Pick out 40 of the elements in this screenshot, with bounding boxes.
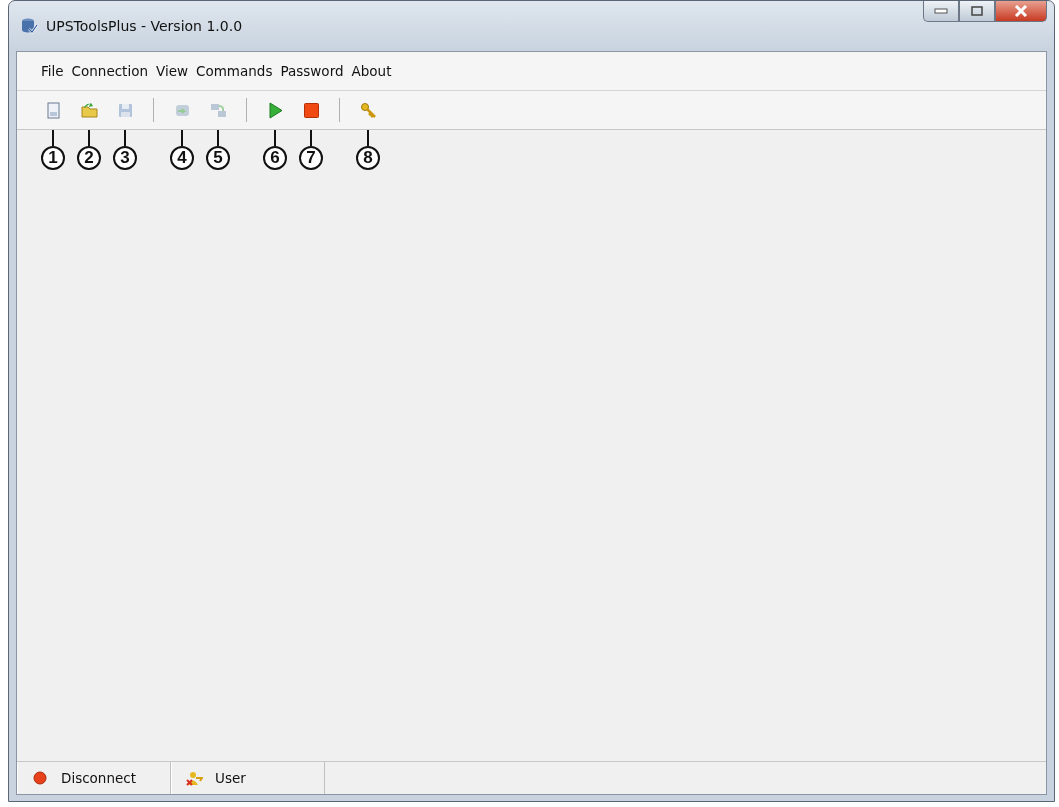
status-text: User [215,770,246,786]
callout-line [217,130,219,146]
app-icon [20,17,38,35]
callout-line [181,130,183,146]
callout-line [52,130,54,146]
callout-number: 3 [113,146,137,170]
minimize-button[interactable] [923,1,959,22]
key-icon [359,101,377,119]
menu-item[interactable]: View [152,60,193,82]
callout-number: 7 [299,146,323,170]
status-dot-icon [32,769,49,787]
callout-number: 1 [41,146,65,170]
menu-item[interactable]: Connection [67,60,152,82]
callout-line [124,130,126,146]
close-icon [1014,5,1028,17]
menu-item[interactable]: Password [276,60,348,82]
menu-item[interactable]: Commands [192,60,277,82]
folder-icon [80,101,98,119]
callout-line [274,130,276,146]
user-icon [186,769,203,787]
minimize-icon [934,8,948,14]
maximize-icon [971,6,983,16]
close-button[interactable] [995,1,1047,22]
menu-item[interactable]: File [37,60,68,82]
status-text: Disconnect [61,770,136,786]
callout-number: 2 [77,146,101,170]
computers-icon [209,101,227,119]
callout-number: 5 [206,146,230,170]
document-icon [44,101,62,119]
callout-number: 6 [263,146,287,170]
callout-line [88,130,90,146]
maximize-button[interactable] [959,1,995,22]
callout-number: 8 [356,146,380,170]
play-icon [266,101,284,119]
callout-line [310,130,312,146]
menu-item[interactable]: About [347,60,396,82]
window-title: UPSToolsPlus - Version 1.0.0 [46,18,243,34]
stop-icon [302,101,320,119]
callout-number: 4 [170,146,194,170]
callout-line [367,130,369,146]
